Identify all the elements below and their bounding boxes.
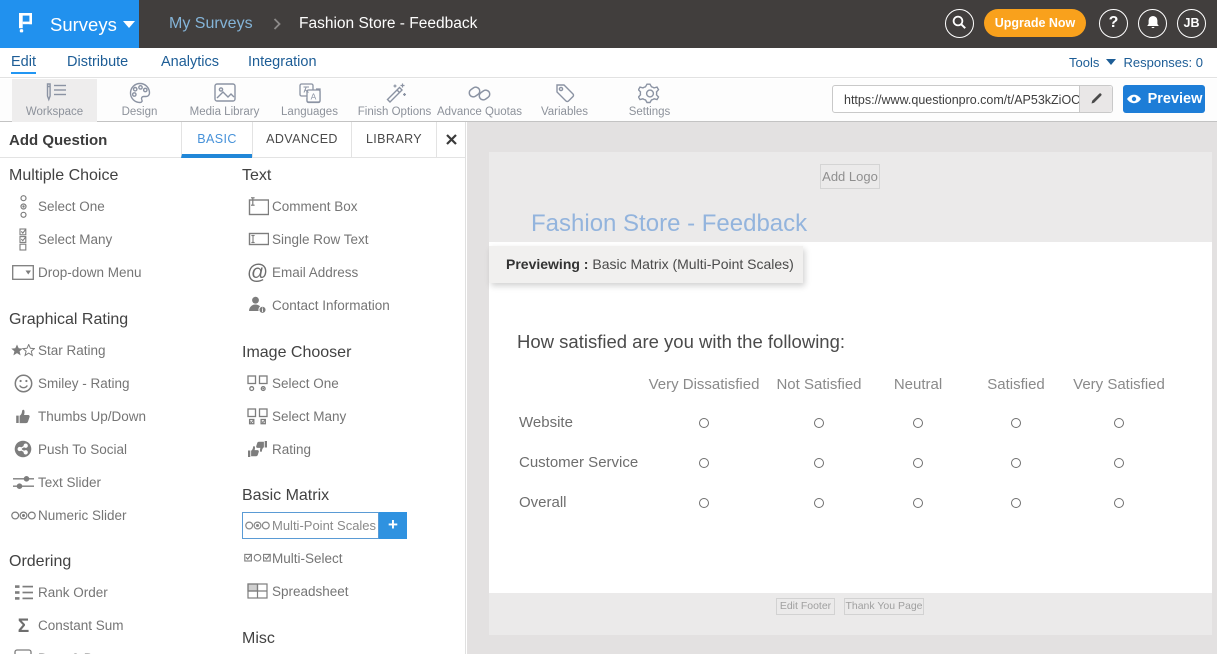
svg-text:@: @ [247,262,268,283]
svg-text:A: A [310,92,316,102]
svg-text:Σ: Σ [17,616,28,635]
